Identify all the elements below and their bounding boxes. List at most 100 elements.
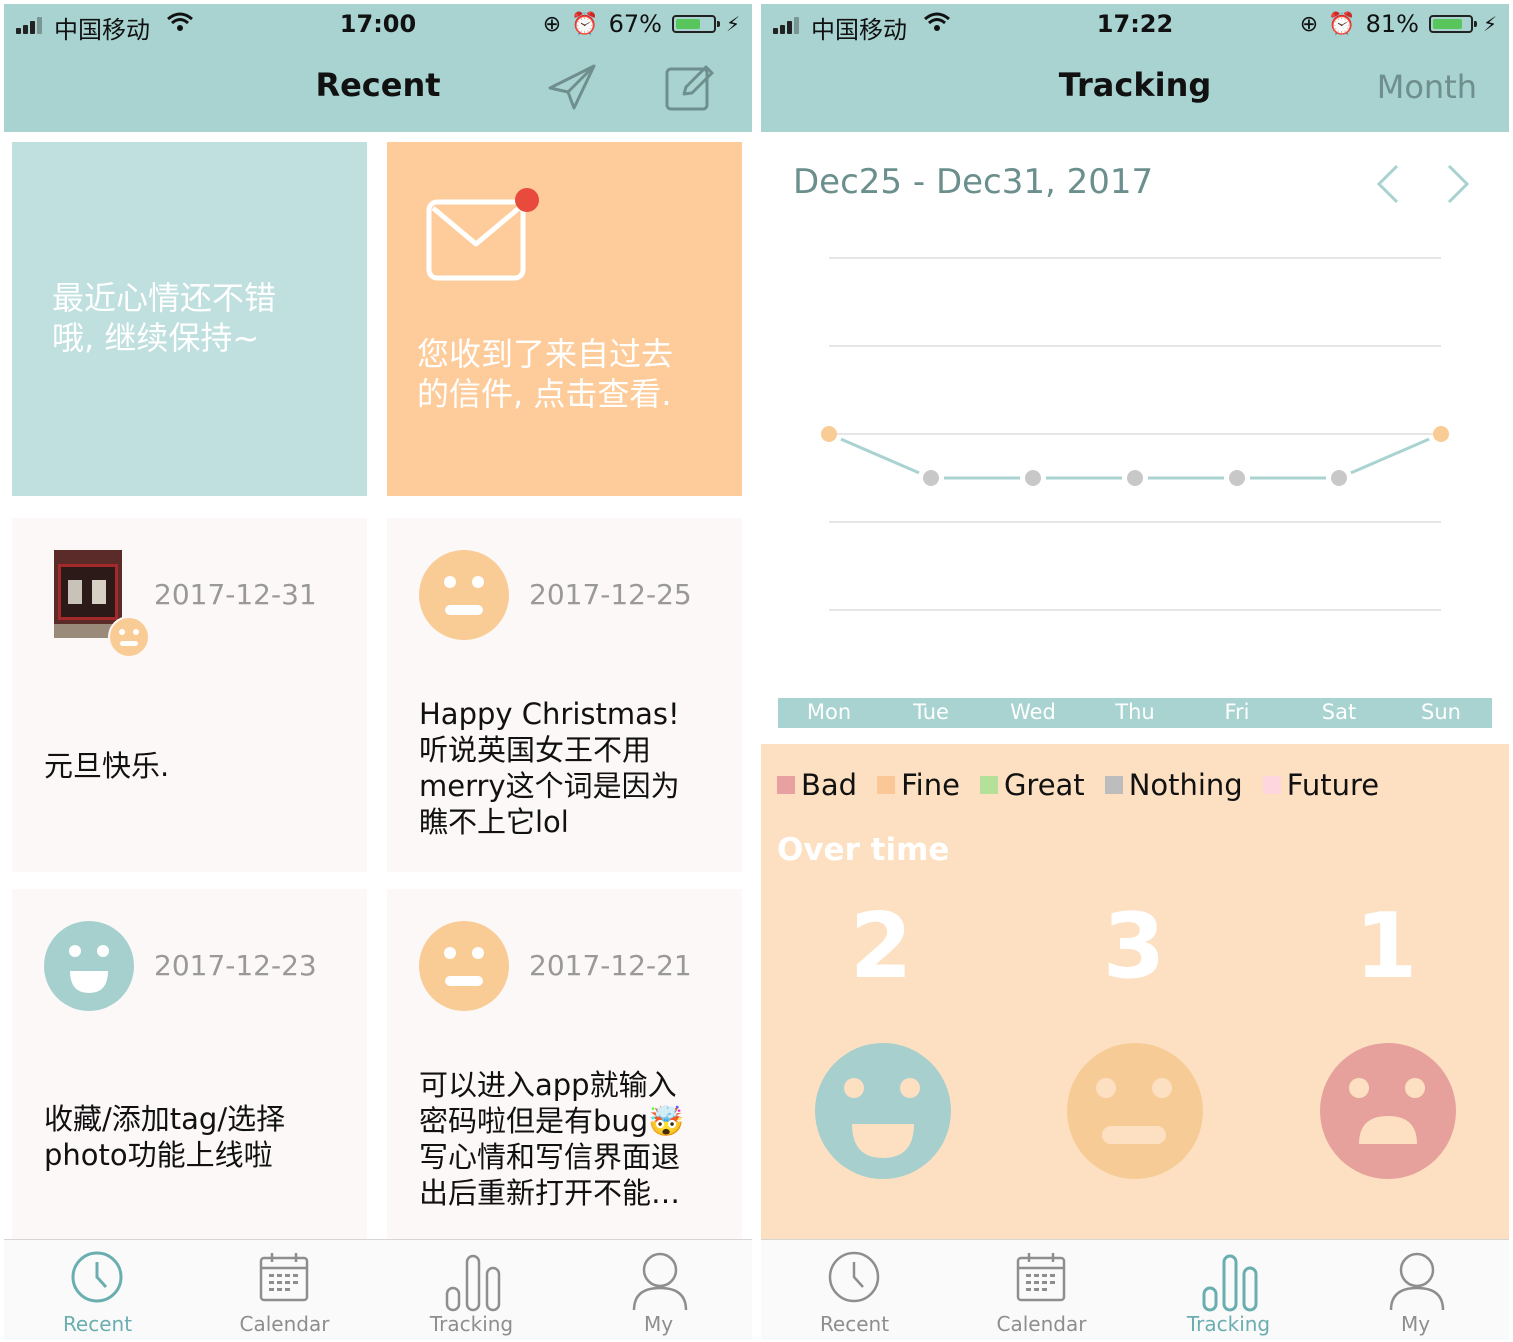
diary-card[interactable]: 2017-12-21 可以进入app就输入 密码啦但是有bug🤯 写心情和写信界… [387, 889, 742, 1243]
great-face-icon [815, 1043, 951, 1179]
tab-my[interactable]: My [1322, 1240, 1509, 1340]
diary-card[interactable]: 2017-12-31 元旦快乐. [12, 518, 367, 872]
data-point-thu [1127, 470, 1143, 486]
weekday-tick-label: Mon [806, 700, 852, 724]
user-icon [632, 1252, 688, 1311]
header-bar: 中国移动 17:00 ⊕ ⏰ 67% ⚡ Recent [4, 4, 752, 132]
bad-face-icon [1320, 1043, 1456, 1179]
date-range-label: Dec25 - Dec31, 2017 [793, 162, 1154, 202]
recent-screen: 中国移动 17:00 ⊕ ⏰ 67% ⚡ Recent 最近心情还不错 哦, 继… [4, 4, 752, 1340]
tab-label: Calendar [996, 1312, 1087, 1336]
tab-calendar[interactable]: Calendar [948, 1240, 1135, 1340]
calendar-icon [1016, 1253, 1066, 1302]
data-point-sat [1331, 470, 1347, 486]
tab-my[interactable]: My [565, 1240, 752, 1340]
tab-label: Tracking [429, 1312, 514, 1336]
battery-percent: 81% [1365, 10, 1419, 38]
card-text-line: 收藏/添加tag/选择 [44, 1102, 286, 1136]
legend-swatch [979, 776, 998, 794]
tab-recent[interactable]: Recent [761, 1240, 948, 1340]
fine-face-icon [1067, 1043, 1203, 1179]
data-point-sun [1433, 426, 1449, 442]
bar-chart-icon [1202, 1254, 1258, 1312]
series-line-segment [840, 437, 920, 475]
chevron-right-icon [1447, 164, 1470, 204]
diary-card[interactable]: 2017-12-25 Happy Christmas! 听说英国女王不用 mer… [387, 518, 742, 872]
data-point-fri [1229, 470, 1245, 486]
card-text-line: photo功能上线啦 [44, 1138, 273, 1172]
mood-summary-tile[interactable]: 最近心情还不错 哦, 继续保持~ [12, 142, 367, 496]
tab-label: Recent [62, 1312, 133, 1336]
series-line-segment [1350, 437, 1430, 475]
card-text-line: 写心情和写信界面退 [419, 1140, 681, 1174]
legend-swatch [1104, 776, 1123, 794]
data-point-wed [1025, 470, 1041, 486]
legend-item: Fine [877, 768, 960, 802]
weekday-axis: Mon Tue Wed Thu Fri Sat Sun [778, 698, 1492, 728]
letter-line2: 的信件, 点击查看. [417, 375, 672, 413]
tab-bar: Recent Calendar Tracking My [4, 1239, 752, 1340]
weekday-tick-label: Tue [913, 700, 949, 724]
fine-face-icon [419, 550, 509, 640]
legend-label: Nothing [1128, 768, 1243, 802]
card-text-line: 瞧不上它lol [419, 805, 569, 839]
header-bar: 中国移动 17:22 ⊕ ⏰ 81% ⚡ Tracking Month [761, 4, 1509, 132]
weekday-tick-label: Fri [1224, 700, 1250, 724]
legend-item: Bad [777, 768, 857, 802]
mood-line-chart [821, 257, 1449, 611]
alarm-icon: ⏰ [571, 11, 599, 37]
bad-count: 1 [1354, 894, 1418, 999]
mood-summary-line2: 哦, 继续保持~ [52, 319, 260, 357]
chart-legend: Bad Fine Great Nothing Future [777, 768, 1379, 802]
card-text-line: 元旦快乐. [44, 749, 170, 783]
mood-summary-line1: 最近心情还不错 [52, 279, 277, 317]
fine-face-icon [419, 921, 509, 1011]
legend-label: Fine [901, 768, 960, 802]
legend-swatch [877, 776, 896, 794]
clock-icon [71, 1251, 123, 1303]
tab-bar: Recent Calendar Tracking My [761, 1239, 1509, 1340]
month-toggle-button[interactable]: Month [1377, 68, 1477, 106]
weekday-tick-label: Thu [1115, 700, 1155, 724]
great-count: 2 [849, 894, 913, 999]
data-point-tue [923, 470, 939, 486]
tab-tracking[interactable]: Tracking [378, 1240, 565, 1340]
diary-card[interactable]: 2017-12-23 收藏/添加tag/选择 photo功能上线啦 [12, 889, 367, 1243]
compose-icon[interactable] [664, 62, 716, 114]
tab-label: Recent [819, 1312, 890, 1336]
legend-item: Future [1262, 768, 1380, 802]
calendar-icon [259, 1253, 309, 1302]
charging-icon: ⚡ [725, 12, 740, 36]
prev-week-button[interactable] [1373, 162, 1403, 206]
rotation-lock-icon: ⊕ [542, 11, 562, 37]
letter-line1: 您收到了来自过去 [417, 335, 674, 373]
card-text-line: merry这个词是因为 [419, 769, 680, 803]
paper-plane-icon[interactable] [546, 62, 598, 114]
legend-label: Future [1286, 768, 1380, 802]
legend-label: Bad [801, 768, 858, 802]
card-text-line: 可以进入app就输入 [419, 1068, 677, 1102]
tab-label: My [1400, 1312, 1431, 1336]
battery-icon [671, 15, 720, 33]
fine-count: 3 [1102, 894, 1166, 999]
tab-recent[interactable]: Recent [4, 1240, 191, 1340]
next-week-button[interactable] [1443, 162, 1473, 206]
tab-calendar[interactable]: Calendar [191, 1240, 378, 1340]
card-text-line: 密码啦但是有bug🤯 [419, 1104, 685, 1138]
weekday-tick-label: Wed [1010, 700, 1056, 724]
legend-label: Great [1003, 768, 1085, 802]
over-time-title: Over time [777, 832, 950, 868]
battery-percent: 67% [608, 10, 662, 38]
notification-badge [515, 188, 539, 212]
legend-item: Nothing [1104, 768, 1243, 802]
tab-tracking[interactable]: Tracking [1135, 1240, 1322, 1340]
weekday-tick-label: Sat [1321, 700, 1357, 724]
user-icon [1389, 1252, 1445, 1311]
tab-label: Calendar [239, 1312, 330, 1336]
card-date: 2017-12-25 [529, 578, 692, 611]
legend-swatch [1262, 776, 1281, 794]
status-bar: 中国移动 17:22 ⊕ ⏰ 81% ⚡ [761, 4, 1509, 46]
letter-tile[interactable]: 您收到了来自过去 的信件, 点击查看. [387, 142, 742, 496]
card-date: 2017-12-21 [529, 949, 692, 982]
card-text-line: 听说英国女王不用 [419, 733, 652, 767]
